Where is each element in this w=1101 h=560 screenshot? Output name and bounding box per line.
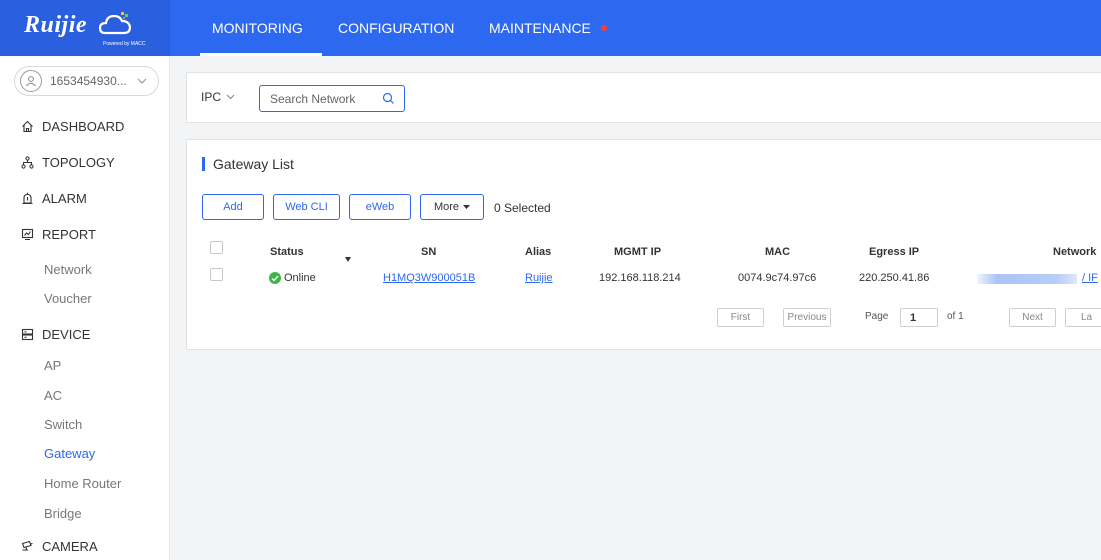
search-icon[interactable] [382,92,395,105]
mac-value: 0074.9c74.97c6 [738,272,817,284]
topology-icon [20,155,34,169]
column-header-mac: MAC [765,246,791,258]
user-name: 1653454930... [50,74,127,88]
sidebar-item-label: ALARM [42,190,87,206]
search-box [259,85,405,112]
sidebar-item-label: DEVICE [42,326,91,342]
next-page-button[interactable]: Next [1009,308,1056,327]
sidebar-item-label: CAMERA [42,538,98,554]
more-label: More [433,201,460,213]
alias-link[interactable]: Ruijie [525,272,553,284]
sort-icon[interactable] [345,257,351,262]
add-button[interactable]: Add [202,194,264,220]
mgmt-ip-value: 192.168.118.214 [599,272,681,284]
column-header-mgmt-ip: MGMT IP [614,246,662,258]
first-page-button[interactable]: First [717,308,764,327]
notification-dot [601,25,607,31]
device-type-select[interactable]: IPC [201,90,235,104]
device-type-value: IPC [201,90,222,104]
device-icon [20,327,34,341]
user-avatar-icon [20,70,42,92]
brand-name: Ruijie [24,12,88,38]
select-all-checkbox[interactable] [210,241,223,254]
sn-link[interactable]: H1MQ3W900051B [383,272,475,284]
sidebar-item-switch[interactable]: Switch [44,417,82,432]
column-header-status[interactable]: Status [270,246,304,258]
chevron-down-icon [137,78,147,84]
top-bar: Ruijie Powered by MACC MONITORING CONFIG… [0,0,1101,56]
page-number-input[interactable] [900,308,938,327]
sidebar-item-ac[interactable]: AC [44,388,62,403]
status-text: Online [284,272,316,284]
sidebar-item-alarm[interactable]: ALARM [0,180,170,216]
network-link[interactable]: / IF [1082,272,1098,284]
more-button[interactable]: More [420,194,484,220]
nav-active-indicator [200,53,322,56]
sidebar-item-report[interactable]: REPORT [0,216,170,252]
gateway-list-card: Gateway List Add Web CLI eWeb More 0 Sel… [186,139,1101,350]
row-checkbox[interactable] [210,268,223,281]
alarm-icon [20,191,34,205]
home-icon [20,119,34,133]
eweb-button[interactable]: eWeb [349,194,411,220]
egress-ip-value: 220.250.41.86 [859,272,930,284]
sidebar-item-label: DASHBOARD [42,118,125,134]
sidebar-item-label: TOPOLOGY [42,154,115,170]
selected-count: 0 Selected [494,201,551,215]
report-icon [20,227,34,241]
sidebar-item-bridge[interactable]: Bridge [44,506,82,521]
sidebar-item-home-router[interactable]: Home Router [44,476,121,491]
filter-bar: IPC [186,72,1101,123]
card-title: Gateway List [213,156,294,172]
sidebar: 1653454930... DASHBOARD TOPOLOGY ALARM R… [0,56,170,560]
online-status-icon [269,272,281,284]
search-network-input[interactable] [270,91,380,106]
column-header-network: Network [1053,246,1097,258]
sidebar-item-device[interactable]: DEVICE [0,316,170,352]
nav-monitoring[interactable]: MONITORING [212,20,303,36]
caret-down-icon [463,205,471,209]
previous-page-button[interactable]: Previous [783,308,831,327]
sidebar-item-topology[interactable]: TOPOLOGY [0,144,170,180]
last-page-button[interactable]: La [1065,308,1101,327]
cloud-logo-icon [99,12,132,35]
sidebar-item-gateway[interactable]: Gateway [44,446,95,461]
column-header-alias: Alias [525,246,552,258]
title-accent-bar [202,157,205,171]
brand-logo[interactable]: Ruijie Powered by MACC [0,0,170,56]
sidebar-item-dashboard[interactable]: DASHBOARD [0,108,170,144]
sidebar-item-camera[interactable]: CAMERA [0,528,170,560]
page-label: Page [865,311,889,322]
web-cli-button[interactable]: Web CLI [273,194,340,220]
page-total: of 1 [947,311,964,322]
brand-tagline: Powered by MACC [103,41,146,47]
nav-maintenance[interactable]: MAINTENANCE [489,20,591,36]
user-dropdown[interactable]: 1653454930... [14,66,159,96]
sidebar-item-network[interactable]: Network [44,262,92,277]
sidebar-item-voucher[interactable]: Voucher [44,291,92,306]
column-header-egress-ip: Egress IP [869,246,920,258]
sidebar-item-ap[interactable]: AP [44,358,61,373]
chevron-down-icon [226,94,235,100]
nav-configuration[interactable]: CONFIGURATION [338,20,454,36]
camera-icon [20,539,34,553]
network-name-redacted [977,274,1077,284]
column-header-sn: SN [421,246,437,258]
sidebar-item-label: REPORT [42,226,96,242]
